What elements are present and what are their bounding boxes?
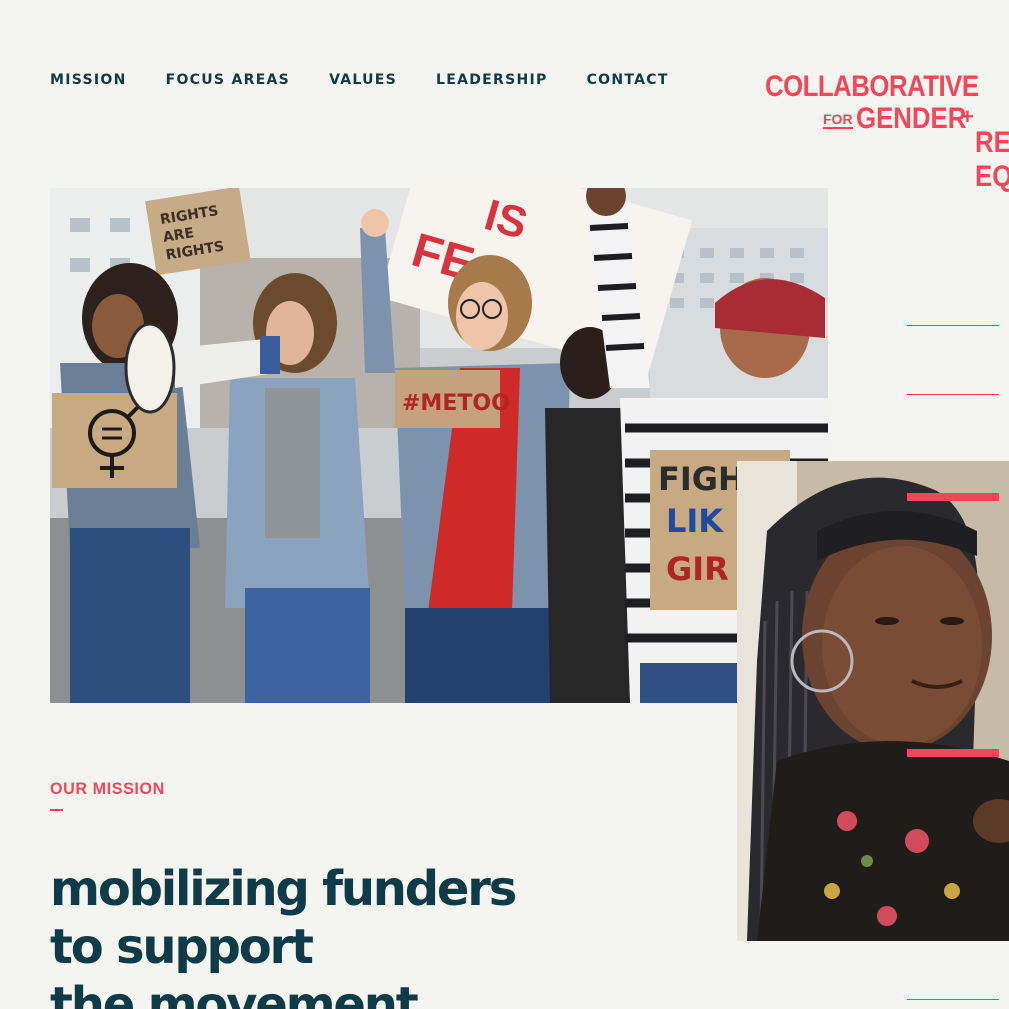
side-line-5	[907, 999, 999, 1000]
logo-line-1: COLLABORATIVE	[765, 70, 979, 103]
logo-plus: +	[961, 104, 974, 129]
hero-photo: IS FE RIGHTS ARE RIGHTS #METOO FIGH LIK …	[50, 188, 828, 703]
nav-focus-areas[interactable]: FOCUS AREAS	[166, 72, 290, 88]
sign-girl: GIR	[666, 550, 729, 588]
main-nav: MISSION FOCUS AREAS VALUES LEADERSHIP CO…	[50, 72, 669, 88]
nav-values[interactable]: VALUES	[329, 72, 397, 88]
headline-line-2: to support	[50, 919, 314, 975]
headline-line-1: mobilizing funders	[50, 861, 517, 917]
logo-line-3b: EQ	[975, 160, 1009, 193]
sign-fight: FIGH	[658, 460, 745, 498]
portrait-photo	[737, 461, 1009, 941]
side-line-2	[907, 394, 999, 395]
side-line-4	[907, 749, 999, 757]
logo-line-3a: RE	[975, 126, 1009, 159]
headline-line-3: the movement	[50, 977, 419, 1009]
mission-headline: mobilizing funders to support the moveme…	[50, 860, 650, 1009]
sign-like: LIK	[666, 502, 724, 540]
side-line-3	[907, 493, 999, 501]
eyebrow-dash	[50, 809, 63, 811]
logo-line-2: GENDER	[856, 102, 967, 135]
nav-mission[interactable]: MISSION	[50, 72, 127, 88]
nav-leadership[interactable]: LEADERSHIP	[436, 72, 548, 88]
logo-for: FOR	[823, 111, 853, 129]
nav-contact[interactable]: CONTACT	[587, 72, 669, 88]
side-line-1	[907, 325, 999, 326]
logo-line-3: RE EQ	[975, 126, 1009, 194]
site-logo[interactable]: COLLABORATIVE FOR GENDER + RE EQ	[765, 70, 1009, 195]
sign-metoo: #METOO	[402, 391, 510, 416]
section-eyebrow: OUR MISSION	[50, 779, 165, 798]
